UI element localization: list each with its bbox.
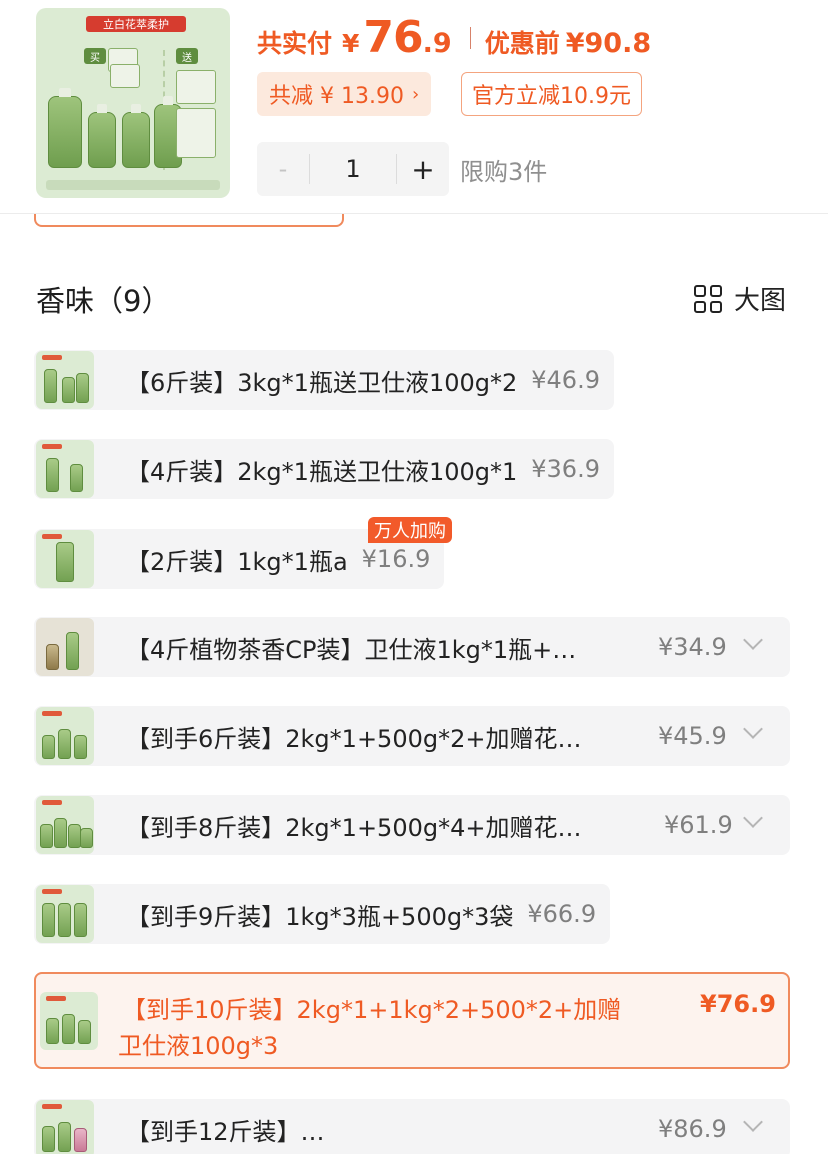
- sku-option[interactable]: 【到手9斤装】1kg*3瓶+500g*3袋 ¥66.9: [34, 884, 611, 944]
- option-label: 【到手10斤装】2kg*1+1kg*2+500*2+加赠: [122, 996, 622, 1024]
- quantity-stepper: - 1 +: [257, 142, 449, 196]
- increase-quantity-button[interactable]: +: [397, 153, 449, 186]
- sku-option-selected[interactable]: 【到手10斤装】2kg*1+1kg*2+500*2+加赠 卫仕液100g*3 ¥…: [34, 972, 790, 1069]
- option-label: 【到手12斤装】…: [126, 1117, 325, 1146]
- option-price: ¥34.9: [658, 633, 727, 661]
- option-thumbnail: [36, 530, 94, 588]
- bottle-image: [48, 88, 82, 168]
- gift-tag: 送: [176, 48, 198, 64]
- gift-pack-image: [176, 108, 216, 158]
- sku-option[interactable]: 【6斤装】3kg*1瓶送卫仕液100g*2 ¥46.9: [34, 350, 614, 410]
- currency-symbol: ¥: [342, 29, 360, 58]
- official-discount-label: 官方立减10.9元: [472, 84, 631, 109]
- option-price: ¥36.9: [531, 455, 600, 483]
- grid-view-icon: [694, 284, 722, 313]
- original-price: ¥90.8: [565, 28, 652, 59]
- product-thumbnail[interactable]: 立白花萃柔护 买 送: [36, 8, 230, 198]
- option-thumbnail: [36, 351, 94, 409]
- chevron-down-icon[interactable]: [743, 630, 763, 650]
- option-price: ¥61.9: [664, 811, 733, 839]
- scent-section-title: 香味（9）: [36, 284, 171, 318]
- option-price: ¥86.9: [658, 1115, 727, 1143]
- big-image-label: 大图: [734, 286, 787, 316]
- option-thumbnail: [36, 1100, 94, 1154]
- brand-name: 立白花萃柔护: [103, 18, 169, 31]
- big-image-toggle[interactable]: 大图: [694, 280, 786, 317]
- purchase-limit: 限购3件: [460, 158, 548, 186]
- official-discount-tag: 官方立减10.9元: [461, 72, 642, 116]
- sku-option[interactable]: 【到手12斤装】… ¥86.9: [34, 1099, 790, 1154]
- chevron-down-icon[interactable]: [743, 1112, 763, 1132]
- total-discount-label: 共减 ¥ 13.90: [269, 84, 404, 109]
- sku-option[interactable]: 【到手6斤装】2kg*1+500g*2+加赠花… ¥45.9: [34, 706, 790, 766]
- option-thumbnail: [36, 707, 94, 765]
- option-price: ¥76.9: [700, 990, 776, 1018]
- buy-tag: 买: [84, 48, 106, 64]
- final-price-label: 共实付: [257, 29, 333, 58]
- chevron-right-icon: ›: [411, 83, 420, 105]
- brand-logo: 立白花萃柔护: [86, 16, 186, 32]
- final-price: 共实付 ¥ 76 .9 优惠前 ¥90.8: [257, 12, 651, 63]
- option-price: ¥46.9: [531, 366, 600, 394]
- final-price-decimal: .9: [422, 28, 452, 59]
- bottle-image: [122, 104, 150, 168]
- option-label: 【4斤植物茶香CP装】卫仕液1kg*1瓶+…: [126, 635, 577, 664]
- option-label: 【到手8斤装】2kg*1+500g*4+加赠花…: [126, 813, 582, 842]
- option-label: 【4斤装】2kg*1瓶送卫仕液100g*1: [126, 457, 518, 486]
- option-thumbnail: [36, 796, 94, 854]
- option-price: ¥66.9: [527, 900, 597, 928]
- option-thumbnail: [40, 992, 98, 1050]
- chevron-down-icon[interactable]: [743, 719, 763, 739]
- option-label: 【2斤装】1kg*1瓶a: [126, 547, 348, 576]
- price-separator: [469, 26, 471, 49]
- final-price-integer: 76: [363, 12, 423, 63]
- option-price: ¥45.9: [658, 722, 727, 750]
- previous-selection-edge: [34, 214, 344, 227]
- sku-option[interactable]: 【4斤植物茶香CP装】卫仕液1kg*1瓶+… ¥34.9: [34, 617, 790, 677]
- option-label-continued: 卫仕液100g*3: [118, 1032, 279, 1060]
- option-label: 【6斤装】3kg*1瓶送卫仕液100g*2: [126, 368, 518, 397]
- gift-pack-image: [110, 64, 140, 88]
- sku-option[interactable]: 【到手8斤装】2kg*1+500g*4+加赠花… ¥61.9: [34, 795, 790, 855]
- total-discount-button[interactable]: 共减 ¥ 13.90 ›: [257, 72, 432, 116]
- option-price: ¥16.9: [361, 545, 431, 573]
- bottle-image: [88, 104, 116, 168]
- option-thumbnail: [36, 885, 94, 943]
- option-label: 【到手6斤装】2kg*1+500g*2+加赠花…: [126, 724, 582, 753]
- chevron-down-icon[interactable]: [743, 808, 763, 828]
- option-thumbnail: [36, 618, 94, 676]
- product-summary-header: 立白花萃柔护 买 送 共实付 ¥ 76 .9 优惠前 ¥90.8 共减 ¥ 13…: [0, 0, 828, 214]
- quantity-input[interactable]: 1: [309, 154, 397, 184]
- sku-option[interactable]: 【4斤装】2kg*1瓶送卫仕液100g*1 ¥36.9: [34, 439, 614, 499]
- original-price-label: 优惠前: [484, 29, 560, 58]
- option-label: 【到手9斤装】1kg*3瓶+500g*3袋: [126, 902, 514, 931]
- thumbnail-caption-bar: [46, 180, 220, 190]
- option-thumbnail: [36, 440, 94, 498]
- decrease-quantity-button[interactable]: -: [257, 155, 309, 183]
- popular-badge: 万人加购: [368, 517, 452, 543]
- gift-pack-image: [176, 70, 216, 104]
